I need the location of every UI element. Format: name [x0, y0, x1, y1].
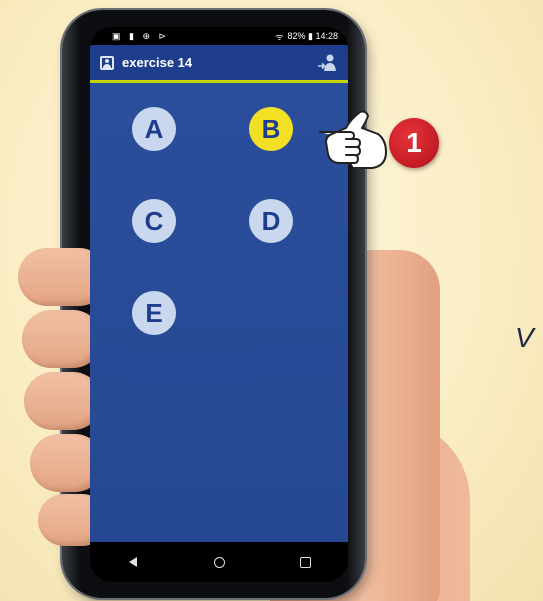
choice-a-button[interactable]: A	[132, 107, 176, 151]
home-button[interactable]	[209, 552, 229, 572]
recent-apps-button[interactable]	[295, 552, 315, 572]
choice-c-button[interactable]: C	[132, 199, 176, 243]
choice-d-button[interactable]: D	[249, 199, 293, 243]
back-button[interactable]	[123, 552, 143, 572]
home-icon	[213, 556, 225, 568]
phone-screen: ▣ ▮ ⊕ ⊳ ᯤ 82% ▮ 14:28 exercise 14 A B C …	[90, 27, 348, 582]
app-header: exercise 14	[90, 45, 348, 83]
battery-time: 82% ▮ 14:28	[287, 30, 339, 41]
page-title: exercise 14	[122, 55, 193, 70]
back-icon	[129, 557, 137, 567]
wifi-icon: ᯤ	[275, 31, 284, 42]
android-nav-bar	[90, 542, 348, 582]
status-icons: ▣ ▮ ⊕ ⊳	[112, 30, 170, 41]
status-indicators: ᯤ 82% ▮ 14:28	[275, 30, 338, 43]
answer-area: A B C D E	[90, 83, 348, 542]
choice-e-button[interactable]: E	[132, 291, 176, 335]
choice-b-button[interactable]: B	[249, 107, 293, 151]
step-number-badge: 1	[389, 118, 439, 168]
join-user-icon[interactable]	[316, 52, 338, 74]
background-letter: V	[515, 322, 534, 353]
user-square-icon	[100, 55, 114, 70]
pointing-hand-icon	[319, 110, 387, 169]
recent-apps-icon	[299, 556, 311, 568]
illustration-stage: V ▣ ▮ ⊕ ⊳ ᯤ 82% ▮ 14:28 exercise 14 A B …	[0, 0, 543, 601]
status-bar: ▣ ▮ ⊕ ⊳ ᯤ 82% ▮ 14:28	[90, 27, 348, 45]
